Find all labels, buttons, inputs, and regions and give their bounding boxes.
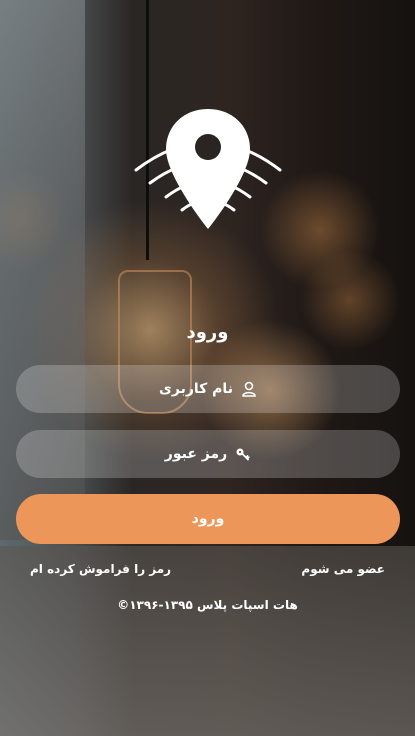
register-link[interactable]: عضو می شوم — [301, 562, 385, 576]
username-input[interactable]: نام کاربری — [16, 365, 400, 413]
password-placeholder: رمز عبور — [164, 446, 228, 462]
key-icon — [235, 446, 251, 462]
login-title: ورود — [186, 322, 229, 343]
login-button[interactable]: ورود — [16, 494, 400, 544]
username-placeholder: نام کاربری — [159, 381, 233, 397]
password-input[interactable]: رمز عبور — [16, 430, 400, 478]
forgot-password-link[interactable]: رمز را فراموش کرده ام — [30, 562, 171, 576]
copyright-text: ©۱۳۹۶-۱۳۹۵ هات اسپات پلاس — [117, 598, 298, 612]
location-pin-wifi-icon — [134, 109, 282, 229]
user-icon — [241, 381, 257, 397]
